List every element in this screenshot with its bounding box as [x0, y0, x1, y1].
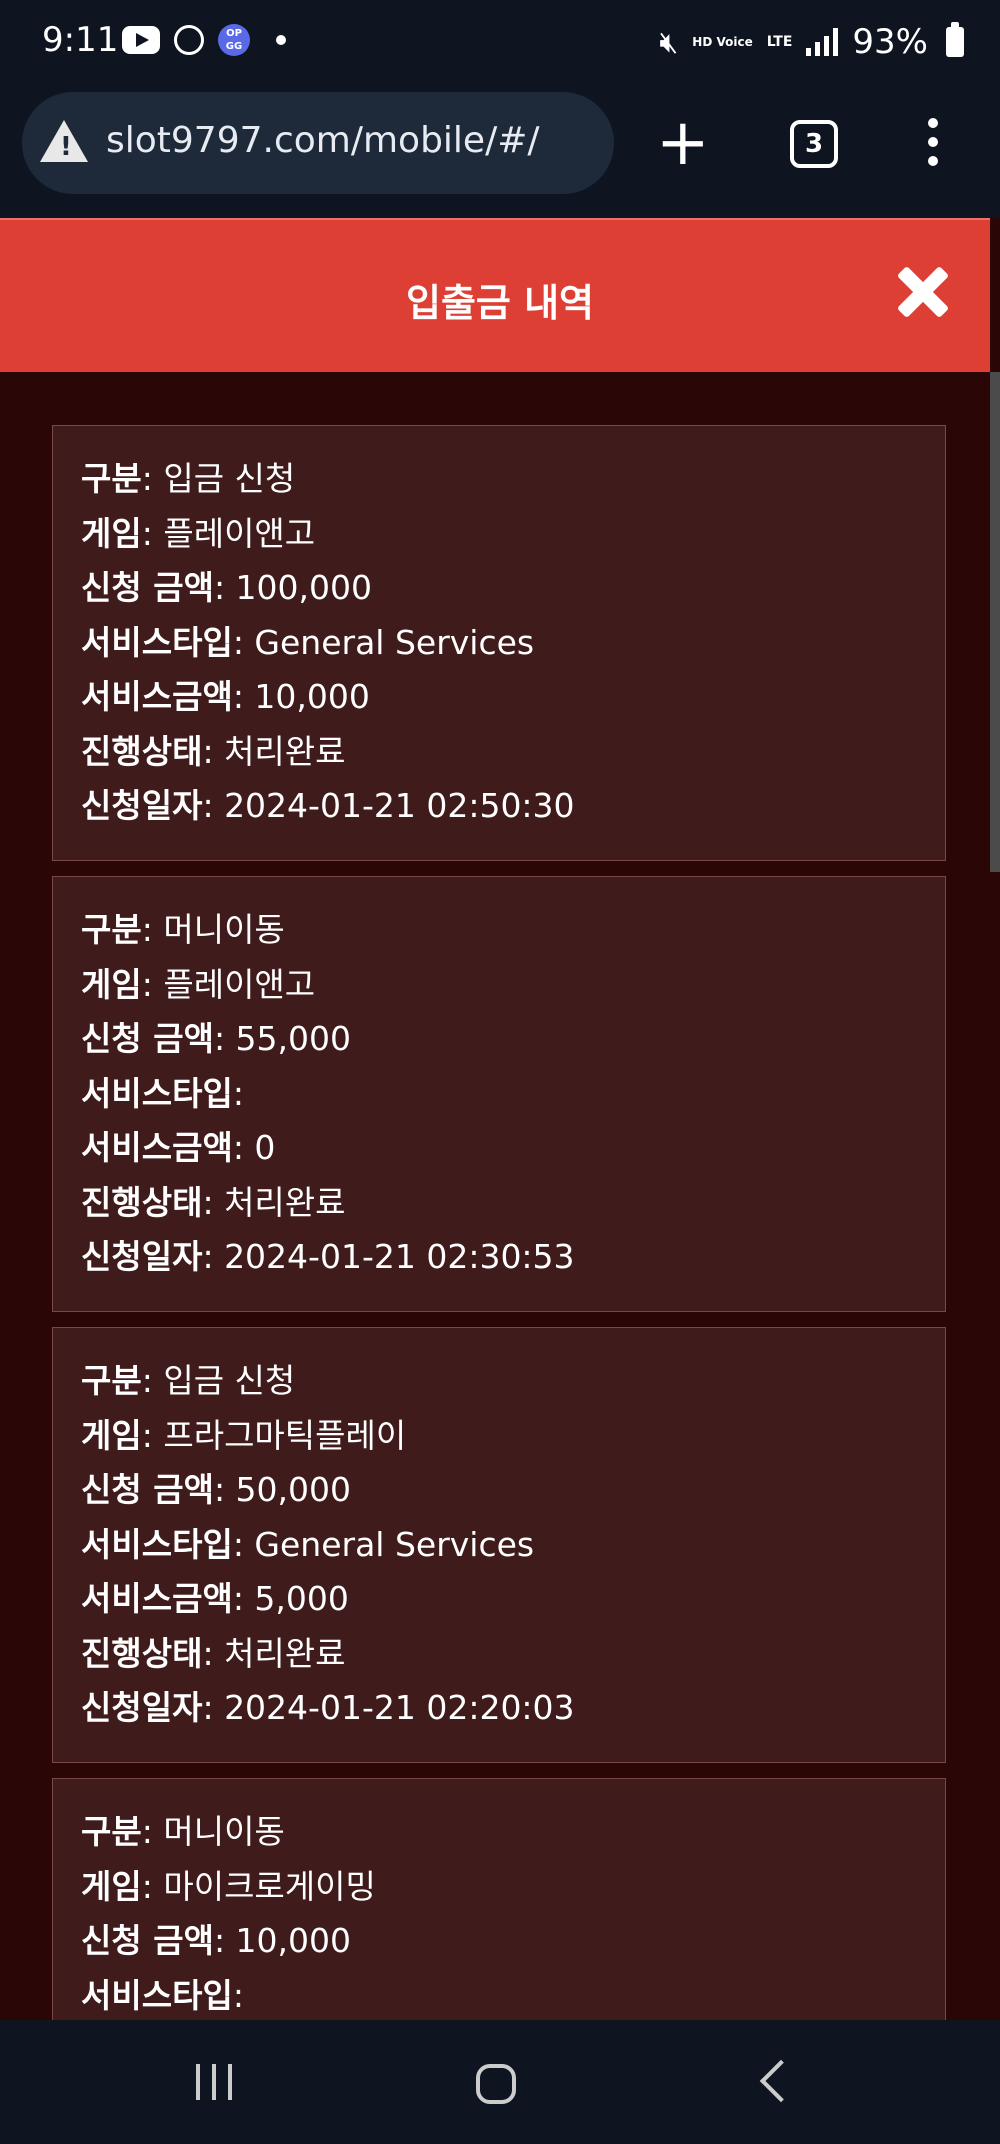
system-icons: 🔇︎ HD Voice LTE 93% [659, 22, 964, 62]
warning-icon-mark: ! [60, 132, 72, 162]
field-service-amount: 서비스금액: 5,000 [81, 1579, 349, 1618]
field-date: 신청일자: 2024-01-21 02:30:53 [81, 1237, 575, 1276]
heart-app-icon [174, 25, 204, 55]
page-title: 입출금 내역 [405, 281, 595, 325]
field-service-amount: 서비스금액: 0 [81, 1128, 276, 1167]
notification-icons: OP GG [122, 24, 286, 56]
field-service-type: 서비스타입: [81, 1975, 244, 2015]
youtube-icon [122, 26, 160, 54]
field-status: 진행상태: 처리완료 [81, 1182, 346, 1222]
more-menu-icon[interactable] [928, 118, 938, 175]
signal-icon [806, 28, 839, 56]
field-type: 구분: 입금 신청 [81, 1361, 296, 1400]
url-text[interactable]: slot9797.com/mobile/#/ [106, 120, 540, 161]
hd-voice-icon: HD Voice [692, 35, 753, 49]
field-amount: 신청 금액: 55,000 [81, 1019, 352, 1058]
transaction-card: 구분: 입금 신청 게임: 프라그마틱플레이 신청 금액: 50,000 서비스… [52, 1327, 946, 1763]
status-bar: 9:11 OP GG 🔇︎ HD Voice LTE 93% [0, 0, 1000, 88]
back-icon[interactable] [759, 2059, 803, 2103]
field-type: 구분: 머니이동 [81, 910, 285, 949]
browser-toolbar: ! slot9797.com/mobile/#/ + 3 [0, 88, 1000, 218]
field-status: 진행상태: 처리완료 [81, 1633, 346, 1673]
scrollbar-thumb[interactable] [990, 372, 1000, 872]
battery-icon [946, 22, 964, 57]
mute-icon: 🔇︎ [659, 24, 679, 60]
transaction-card: 구분: 머니이동 게임: 마이크로게이밍 신청 금액: 10,000 서비스타입… [52, 1778, 946, 2020]
close-icon[interactable] [896, 266, 948, 318]
new-tab-icon[interactable]: + [656, 98, 710, 188]
modal-header: 입출금 내역 [0, 218, 990, 372]
recents-icon[interactable] [196, 2064, 232, 2100]
system-nav-bar [0, 2020, 1000, 2144]
field-status: 진행상태: 처리완료 [81, 731, 346, 771]
tab-switcher-button[interactable]: 3 [790, 120, 838, 168]
field-type: 구분: 머니이동 [81, 1812, 285, 1851]
opgg-icon: OP GG [218, 24, 250, 56]
lte-icon: LTE [766, 34, 793, 50]
field-service-amount: 서비스금액: 10,000 [81, 677, 370, 716]
field-type: 구분: 입금 신청 [81, 459, 296, 498]
address-bar[interactable]: ! slot9797.com/mobile/#/ [22, 92, 614, 194]
field-date: 신청일자: 2024-01-21 02:50:30 [81, 786, 575, 825]
field-service-type: 서비스타입: General Services [81, 1524, 535, 1564]
more-notifications-dot [276, 35, 286, 45]
field-amount: 신청 금액: 100,000 [81, 568, 373, 607]
field-date: 신청일자: 2024-01-21 02:20:03 [81, 1688, 575, 1727]
transaction-list[interactable]: 구분: 입금 신청 게임: 플레이앤고 신청 금액: 100,000 서비스타입… [0, 372, 990, 2020]
field-game: 게임: 플레이앤고 [81, 513, 316, 553]
status-time: 9:11 [42, 20, 119, 60]
field-game: 게임: 마이크로게이밍 [81, 1866, 376, 1906]
field-amount: 신청 금액: 10,000 [81, 1921, 352, 1960]
field-service-type: 서비스타입: General Services [81, 622, 535, 662]
field-game: 게임: 플레이앤고 [81, 964, 316, 1004]
transaction-card: 구분: 머니이동 게임: 플레이앤고 신청 금액: 55,000 서비스타입: … [52, 876, 946, 1312]
field-game: 게임: 프라그마틱플레이 [81, 1415, 407, 1455]
field-amount: 신청 금액: 50,000 [81, 1470, 352, 1509]
transaction-card: 구분: 입금 신청 게임: 플레이앤고 신청 금액: 100,000 서비스타입… [52, 425, 946, 861]
field-service-type: 서비스타입: [81, 1073, 244, 1113]
home-icon[interactable] [476, 2064, 516, 2104]
battery-percent: 93% [852, 22, 928, 62]
